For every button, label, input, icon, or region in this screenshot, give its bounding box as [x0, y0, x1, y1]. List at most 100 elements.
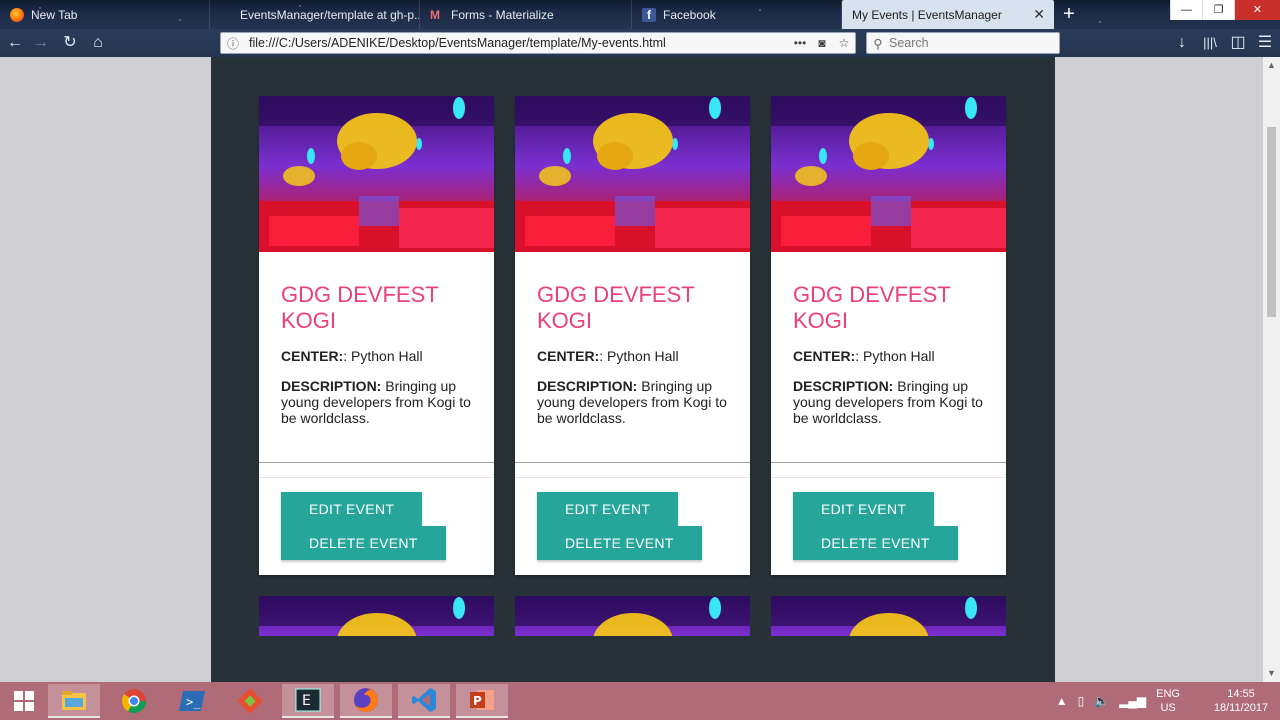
center-label: CENTER: — [537, 348, 600, 364]
window-close-icon[interactable]: ✕ — [1234, 0, 1280, 20]
url-text[interactable]: file:///C:/Users/ADENIKE/Desktop/EventsM… — [245, 36, 789, 50]
svg-text:>_: >_ — [186, 695, 201, 709]
page-scrollbar[interactable]: ▲ ▼ — [1263, 57, 1280, 682]
edit-event-button[interactable]: EDIT EVENT — [281, 492, 423, 526]
volume-icon[interactable]: 🔈 — [1094, 694, 1109, 708]
event-image — [259, 96, 494, 252]
event-image — [771, 96, 1006, 252]
windows-start-icon[interactable] — [0, 684, 48, 718]
editor-icon[interactable]: E — [282, 684, 334, 718]
browser-tab-bar: New Tab EventsManager/template at gh-p..… — [0, 0, 1280, 29]
event-image — [515, 96, 750, 252]
event-card: GDG DEVFEST KOGI CENTER:: Python Hall DE… — [515, 96, 750, 575]
back-icon[interactable]: ← — [4, 33, 26, 53]
scrollbar-thumb[interactable] — [1267, 127, 1276, 317]
center-value: : Python Hall — [855, 348, 935, 364]
event-center: CENTER:: Python Hall — [793, 348, 988, 364]
tab-new-tab[interactable]: New Tab — [0, 0, 210, 29]
event-title: GDG DEVFEST KOGI — [537, 282, 695, 333]
event-center: CENTER:: Python Hall — [537, 348, 732, 364]
center-label: CENTER: — [281, 348, 344, 364]
minimize-icon[interactable]: — — [1170, 0, 1202, 20]
new-tab-button[interactable]: + — [1058, 3, 1080, 25]
event-title: GDG DEVFEST KOGI — [793, 282, 951, 333]
tab-label: New Tab — [31, 7, 78, 22]
tab-label: Forms - Materialize — [451, 7, 554, 22]
divider — [771, 462, 1006, 463]
home-icon[interactable]: ⌂ — [87, 33, 109, 53]
svg-text:P: P — [473, 694, 482, 708]
pocket-icon[interactable]: ◙ — [811, 36, 833, 50]
divider — [515, 477, 750, 478]
clock-time: 14:55 — [1227, 688, 1255, 700]
network-icon[interactable]: ▂▄▆ — [1119, 694, 1146, 708]
firefox-icon[interactable] — [340, 684, 392, 718]
scroll-up-icon[interactable]: ▲ — [1263, 57, 1280, 74]
delete-event-button[interactable]: DELETE EVENT — [537, 526, 702, 560]
git-icon[interactable] — [224, 684, 276, 718]
event-card-image-partial — [771, 596, 1006, 636]
event-title: GDG DEVFEST KOGI — [281, 282, 439, 333]
menu-icon[interactable]: ☰ — [1254, 33, 1276, 53]
tab-label: Facebook — [663, 7, 716, 22]
vscode-icon[interactable] — [398, 684, 450, 718]
language-code: ENG — [1156, 688, 1180, 700]
tab-materialize[interactable]: M Forms - Materialize — [420, 0, 632, 29]
center-label: CENTER: — [793, 348, 856, 364]
page-viewport: GDG DEVFEST KOGI CENTER:: Python Hall DE… — [0, 57, 1280, 682]
windows-taskbar: >_ E P ▲ ▯ 🔈 ▂▄▆ ENG US 14:55 18/11/2017 — [0, 682, 1280, 720]
chrome-icon[interactable] — [108, 684, 160, 718]
divider — [771, 477, 1006, 478]
page-actions-icon[interactable]: ••• — [789, 36, 811, 50]
clock-date: 18/11/2017 — [1213, 702, 1269, 714]
delete-event-button[interactable]: DELETE EVENT — [793, 526, 958, 560]
description-label: DESCRIPTION: — [281, 378, 382, 394]
powershell-icon[interactable]: >_ — [166, 684, 218, 718]
event-description: DESCRIPTION: Bringing up young developer… — [537, 378, 732, 426]
tab-facebook[interactable]: f Facebook — [632, 0, 842, 29]
center-value: : Python Hall — [599, 348, 679, 364]
event-card-image-partial — [515, 596, 750, 636]
edit-event-button[interactable]: EDIT EVENT — [537, 492, 679, 526]
description-label: DESCRIPTION: — [793, 378, 894, 394]
search-icon: ⚲ — [873, 36, 883, 51]
center-value: : Python Hall — [343, 348, 423, 364]
system-tray: ▲ ▯ 🔈 ▂▄▆ ENG US 14:55 18/11/2017 — [1056, 682, 1280, 720]
powerpoint-icon[interactable]: P — [456, 684, 508, 718]
system-clock[interactable]: 14:55 18/11/2017 — [1202, 687, 1280, 715]
edit-event-button[interactable]: EDIT EVENT — [793, 492, 935, 526]
bookmark-star-icon[interactable]: ☆ — [833, 36, 855, 50]
tab-close-icon[interactable]: ✕ — [1033, 6, 1045, 23]
maximize-icon[interactable]: ❐ — [1202, 0, 1234, 20]
library-icon[interactable]: |||\ — [1199, 33, 1221, 53]
search-input[interactable]: ⚲ Search — [866, 32, 1060, 54]
facebook-icon: f — [642, 7, 656, 22]
browser-nav-bar: ← → ↻ ⌂ ⓘ file:///C:/Users/ADENIKE/Deskt… — [0, 29, 1280, 57]
reload-icon[interactable]: ↻ — [59, 33, 81, 53]
tab-label: EventsManager/template at gh-p... — [240, 7, 420, 22]
tab-github[interactable]: EventsManager/template at gh-p... — [210, 0, 420, 29]
divider — [515, 462, 750, 463]
events-page: GDG DEVFEST KOGI CENTER:: Python Hall DE… — [211, 57, 1055, 682]
scroll-down-icon[interactable]: ▼ — [1263, 665, 1280, 682]
tab-my-events[interactable]: My Events | EventsManager ✕ — [842, 0, 1054, 29]
event-card: GDG DEVFEST KOGI CENTER:: Python Hall DE… — [771, 96, 1006, 575]
region-code: US — [1160, 702, 1176, 714]
language-indicator[interactable]: ENG US — [1156, 687, 1180, 715]
info-icon[interactable]: ⓘ — [221, 35, 245, 52]
sidebar-icon[interactable]: ◫ — [1227, 33, 1249, 53]
event-description: DESCRIPTION: Bringing up young developer… — [793, 378, 988, 426]
event-card-image-partial — [259, 596, 494, 636]
file-explorer-icon[interactable] — [48, 684, 100, 718]
description-label: DESCRIPTION: — [537, 378, 638, 394]
show-hidden-icons-icon[interactable]: ▲ — [1056, 694, 1068, 708]
divider — [259, 477, 494, 478]
downloads-icon[interactable]: ↓ — [1171, 33, 1193, 53]
event-center: CENTER:: Python Hall — [281, 348, 476, 364]
address-bar[interactable]: ⓘ file:///C:/Users/ADENIKE/Desktop/Event… — [220, 32, 856, 54]
delete-event-button[interactable]: DELETE EVENT — [281, 526, 446, 560]
divider — [259, 462, 494, 463]
battery-icon[interactable]: ▯ — [1078, 694, 1085, 708]
tab-label: My Events | EventsManager — [852, 7, 1002, 22]
forward-icon[interactable]: → — [30, 33, 52, 53]
